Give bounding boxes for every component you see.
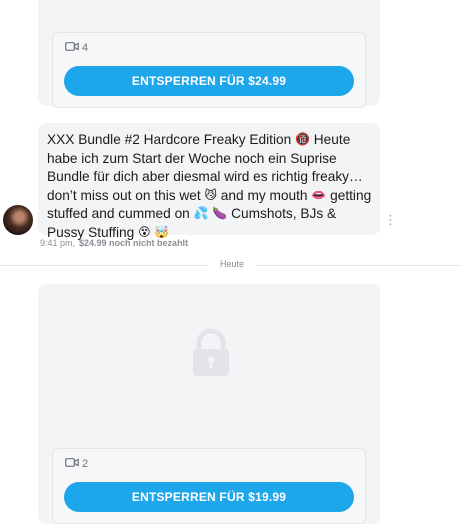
video-icon	[65, 457, 79, 471]
underage-emoji-icon: 🔞	[295, 132, 310, 146]
unlock-button[interactable]: ENTSPERREN FÜR $19.99	[64, 482, 354, 512]
message-time: 9:41 pm,	[40, 238, 76, 248]
media-count: 4	[82, 42, 89, 54]
dizzy-face-emoji-icon: 😵	[138, 224, 151, 239]
media-count-row: 2	[65, 455, 88, 473]
droplets-emoji-icon: 💦	[193, 206, 209, 221]
lock-icon	[188, 328, 234, 378]
media-count: 2	[82, 458, 89, 470]
message-bubble: XXX Bundle #2 Hardcore Freaky Edition 🔞 …	[38, 123, 380, 240]
avatar[interactable]	[3, 205, 33, 235]
video-icon	[65, 41, 79, 55]
date-separator-label: Heute	[208, 259, 257, 269]
media-count-row: 4	[65, 39, 88, 57]
locked-post-panel: 4 ENTSPERREN FÜR $24.99	[52, 32, 366, 108]
cat-emoji-icon: 😼	[204, 187, 217, 202]
locked-post-panel: 2 ENTSPERREN FÜR $19.99	[52, 448, 366, 524]
locked-post-card: 4 ENTSPERREN FÜR $24.99	[38, 0, 380, 108]
message-text: XXX Bundle #2 Hardcore Freaky Edition 🔞 …	[47, 132, 372, 240]
message-meta: 9:41 pm, $24.99 noch nicht bezahlt	[40, 238, 188, 248]
unlock-button[interactable]: ENTSPERREN FÜR $24.99	[64, 66, 354, 96]
eggplant-emoji-icon: 🍆	[212, 206, 228, 221]
lips-emoji-icon: 👄	[311, 187, 327, 202]
locked-post-card: 2 ENTSPERREN FÜR $19.99	[38, 284, 380, 524]
exploding-head-emoji-icon: 🤯	[154, 224, 170, 239]
more-vertical-icon[interactable]: ⋮	[384, 212, 397, 228]
price-status: $24.99 noch nicht bezahlt	[79, 238, 189, 248]
